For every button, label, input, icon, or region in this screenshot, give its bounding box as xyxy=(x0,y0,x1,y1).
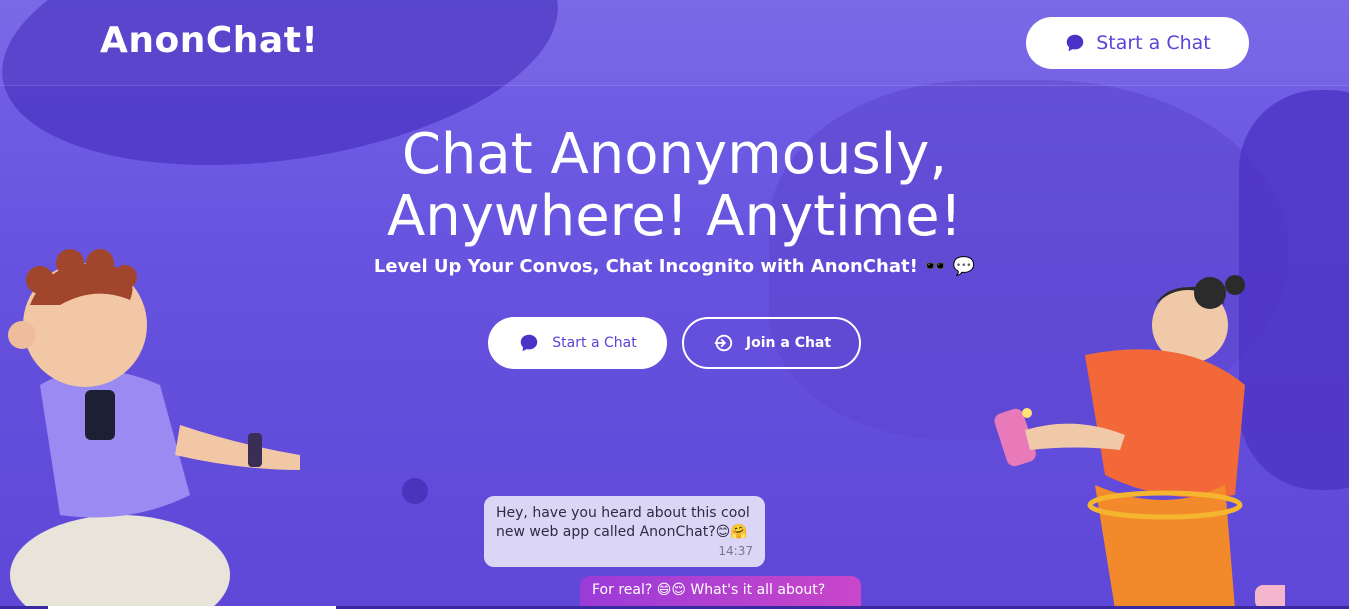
nav-start-chat-button[interactable]: Start a Chat xyxy=(1026,17,1249,69)
start-chat-label: Start a Chat xyxy=(552,335,637,351)
chat-message-incoming: Hey, have you heard about this cool new … xyxy=(484,496,765,567)
logo[interactable]: AnonChat! xyxy=(100,20,318,61)
hero-title: Chat Anonymously, Anywhere! Anytime! xyxy=(0,124,1349,248)
character-illustration-right xyxy=(994,275,1285,609)
start-chat-button[interactable]: Start a Chat xyxy=(488,317,667,369)
chat-message-text: For real? 😄😌 What's it all about? xyxy=(592,582,826,598)
decorative-sphere xyxy=(402,478,428,504)
navbar: AnonChat! Start a Chat xyxy=(0,0,1349,86)
chat-bubble-icon xyxy=(521,334,538,352)
join-arrow-icon xyxy=(714,334,733,352)
hero-title-line-2: Anywhere! Anytime! xyxy=(386,184,963,249)
nav-start-chat-label: Start a Chat xyxy=(1096,32,1211,54)
hero-title-line-1: Chat Anonymously, xyxy=(401,122,948,187)
chat-message-outgoing: For real? 😄😌 What's it all about? xyxy=(580,576,861,609)
join-chat-button[interactable]: Join a Chat xyxy=(682,317,861,369)
chat-message-text: Hey, have you heard about this cool new … xyxy=(496,505,750,540)
chat-bubble-icon xyxy=(1066,34,1084,52)
join-chat-label: Join a Chat xyxy=(745,335,832,351)
chat-message-time: 14:37 xyxy=(718,544,753,558)
character-illustration-left xyxy=(8,249,300,609)
